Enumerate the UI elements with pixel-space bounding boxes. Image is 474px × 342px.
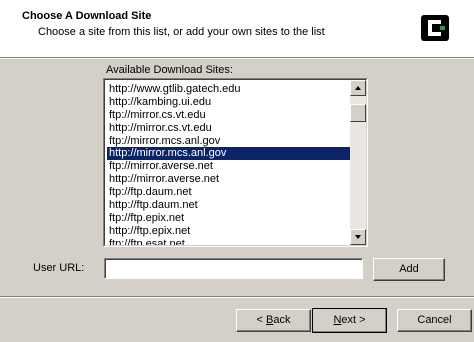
list-item[interactable]: ftp://mirror.mcs.anl.gov <box>107 135 351 148</box>
cancel-button[interactable]: Cancel <box>397 309 472 332</box>
list-item[interactable]: ftp://mirror.cs.vt.edu <box>107 109 351 122</box>
list-item[interactable]: http://mirror.cs.vt.edu <box>107 122 351 135</box>
arrow-down-icon <box>355 235 361 239</box>
arrow-up-icon <box>355 86 361 90</box>
page-subtitle: Choose a site from this list, or add you… <box>38 26 325 38</box>
add-button[interactable]: Add <box>373 258 445 281</box>
header-divider <box>0 57 474 59</box>
user-url-input[interactable] <box>104 258 363 279</box>
next-button[interactable]: Next > <box>312 308 387 333</box>
list-item[interactable]: http://mirror.mcs.anl.gov <box>107 147 351 161</box>
list-item[interactable]: ftp://mirror.averse.net <box>107 160 351 173</box>
scroll-up-button[interactable] <box>350 80 366 96</box>
back-prefix: < <box>256 314 266 326</box>
scroll-thumb[interactable] <box>350 104 366 122</box>
list-item[interactable]: http://kambing.ui.edu <box>107 96 351 109</box>
download-sites-list[interactable]: http://www.gtlib.gatech.edu http://kambin… <box>103 78 368 247</box>
cygwin-logo-icon <box>421 15 449 41</box>
user-url-label: User URL: <box>33 262 85 274</box>
scroll-down-button[interactable] <box>350 229 366 245</box>
sites-items: http://www.gtlib.gatech.edu http://kambin… <box>107 83 351 245</box>
wizard-header: Choose A Download Site Choose a site fro… <box>0 0 474 57</box>
sites-label: Available Download Sites: <box>106 64 233 76</box>
sites-scrollbar[interactable] <box>350 80 366 245</box>
list-item[interactable]: http://mirror.averse.net <box>107 173 351 186</box>
list-item[interactable]: ftp://ftp.daum.net <box>107 186 351 199</box>
footer-divider <box>0 296 474 298</box>
list-item[interactable]: http://ftp.daum.net <box>107 199 351 212</box>
list-item[interactable]: http://www.gtlib.gatech.edu <box>107 83 351 96</box>
list-item[interactable]: http://ftp.epix.net <box>107 225 351 238</box>
page-title: Choose A Download Site <box>22 10 152 22</box>
back-button[interactable]: < Back <box>236 309 311 332</box>
next-label: ext > <box>341 314 366 326</box>
back-label: ack <box>273 314 291 326</box>
list-item[interactable]: ftp://ftp.epix.net <box>107 212 351 225</box>
list-item[interactable]: ftp://ftp.esat.net <box>107 238 351 245</box>
